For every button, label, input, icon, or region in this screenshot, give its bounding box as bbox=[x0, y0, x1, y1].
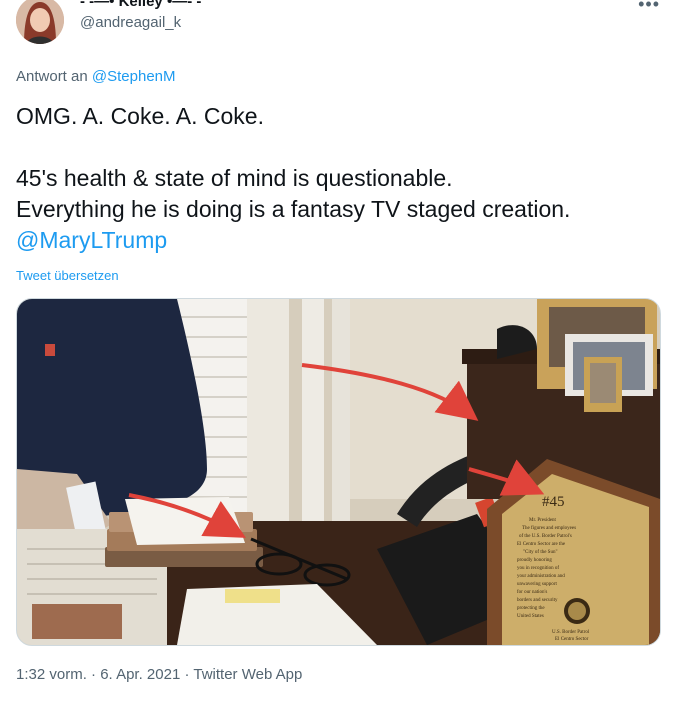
svg-text:for our nation's: for our nation's bbox=[517, 590, 547, 595]
svg-text:U.S. Border Patrol: U.S. Border Patrol bbox=[552, 630, 590, 635]
tweet-metadata: 1:32 vorm. · 6. Apr. 2021 · Twitter Web … bbox=[16, 666, 302, 683]
translate-tweet-link[interactable]: Tweet übersetzen bbox=[16, 268, 119, 283]
svg-text:Mr. President: Mr. President bbox=[529, 518, 557, 523]
tweet-line: 45's health & state of mind is questiona… bbox=[16, 165, 453, 191]
avatar[interactable] bbox=[16, 0, 64, 44]
tweet-line: Everything he is doing is a fantasy TV s… bbox=[16, 196, 571, 222]
svg-text:proudly honoring: proudly honoring bbox=[517, 558, 552, 563]
reply-context: Antwort an @StephenM bbox=[16, 68, 176, 85]
more-horizontal-icon[interactable]: ••• bbox=[638, 0, 660, 15]
svg-text:United States: United States bbox=[517, 614, 544, 619]
separator: · bbox=[184, 666, 190, 683]
svg-text:The figures and employees: The figures and employees bbox=[522, 526, 576, 531]
svg-text:"City of the Sun": "City of the Sun" bbox=[523, 550, 558, 555]
svg-text:you in recognition of: you in recognition of bbox=[517, 566, 559, 571]
svg-text:of the U.S. Border Patrol's: of the U.S. Border Patrol's bbox=[519, 534, 572, 539]
author-handle[interactable]: @andreagail_k bbox=[80, 14, 181, 31]
svg-text:El Centro Sector: El Centro Sector bbox=[555, 637, 589, 642]
mention-link[interactable]: @MaryLTrump bbox=[16, 227, 167, 253]
separator: · bbox=[91, 666, 97, 683]
reply-prefix: Antwort an bbox=[16, 68, 88, 85]
svg-text:protecting the: protecting the bbox=[517, 606, 545, 611]
timestamp-date[interactable]: 6. Apr. 2021 bbox=[100, 666, 180, 683]
svg-text:your administration and: your administration and bbox=[517, 574, 565, 579]
source-app-link[interactable]: Twitter Web App bbox=[193, 666, 302, 683]
tweet-body: OMG. A. Coke. A. Coke. 45's health & sta… bbox=[16, 101, 666, 256]
reply-to-link[interactable]: @StephenM bbox=[92, 68, 176, 85]
svg-text:El Centro Sector are the: El Centro Sector are the bbox=[517, 542, 566, 547]
timestamp-time[interactable]: 1:32 vorm. bbox=[16, 666, 87, 683]
svg-text:unwavering support: unwavering support bbox=[517, 582, 557, 587]
author-display-name[interactable]: - -—• Kelley •—- - bbox=[80, 0, 201, 10]
plaque-number: #45 bbox=[542, 494, 565, 510]
tweet-photo[interactable]: #45 Mr. President The figures and employ… bbox=[16, 298, 661, 646]
tweet-line: OMG. A. Coke. A. Coke. bbox=[16, 103, 264, 129]
tweet-header: - -—• Kelley •—- - @andreagail_k ••• bbox=[0, 0, 680, 56]
svg-text:borders and security: borders and security bbox=[517, 598, 558, 603]
